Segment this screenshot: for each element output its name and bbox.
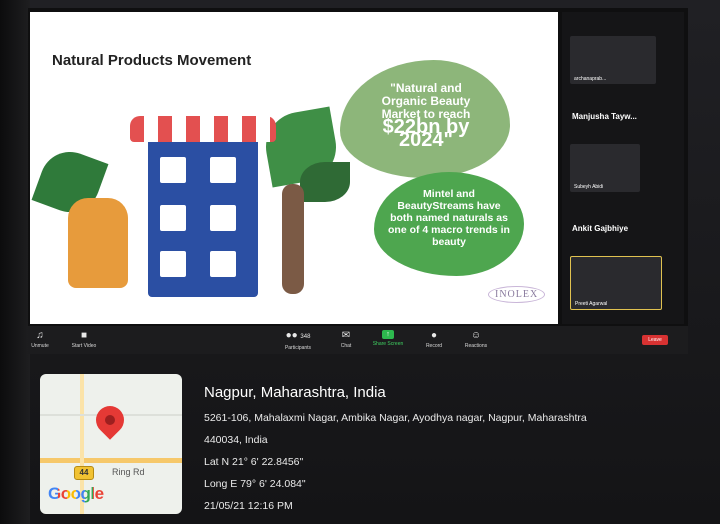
trend-callout: Mintel and BeautyStreams have both named… — [374, 172, 524, 276]
google-logo-text: Google — [48, 484, 104, 503]
box-icon — [160, 205, 186, 231]
geotag-overlay: 44 Ring Rd Google Nagpur, Maharashtra, I… — [28, 358, 688, 518]
bottle-icon — [160, 251, 186, 277]
reactions-button[interactable]: ☺ Reactions — [456, 330, 496, 349]
callout-figure: $22bn by 2024" — [382, 116, 470, 151]
record-label: Record — [425, 343, 443, 349]
zoom-screen: Natural Products Movement "Natural and O… — [28, 8, 688, 354]
address-line: 440034, India — [204, 434, 268, 446]
route-shield: 44 — [74, 466, 94, 480]
chat-label: Chat — [340, 343, 352, 349]
start-video-label: Start Video — [71, 343, 97, 349]
share-screen-icon: ↑ — [382, 330, 394, 339]
shared-slide: Natural Products Movement "Natural and O… — [30, 12, 558, 324]
map-road — [40, 458, 182, 463]
participant-caption: archanaprab... — [574, 76, 607, 82]
participants-button[interactable]: ●● 348 Participants — [278, 330, 318, 351]
people-icon: ●● 348 — [285, 330, 311, 341]
inolex-logo: INOLEX — [488, 286, 546, 303]
participants-count: 348 — [300, 334, 311, 340]
shop-illustration — [148, 127, 258, 297]
map-thumbnail: 44 Ring Rd Google — [40, 374, 182, 514]
leave-button[interactable]: Leave — [642, 335, 668, 345]
laptop-bezel — [0, 0, 30, 524]
participant-caption: Subeyh Abidi — [574, 184, 604, 190]
latitude: Lat N 21° 6' 22.8456" — [204, 456, 304, 468]
participants-panel: archanaprab... Manjusha Tayw... Subeyh A… — [562, 12, 684, 324]
participant-tile[interactable]: Preeti Agarwal — [570, 256, 662, 310]
start-video-button[interactable]: ■ Start Video — [64, 330, 104, 349]
shop-awning — [130, 116, 276, 142]
bag-icon — [160, 157, 186, 183]
bottle-icon — [210, 251, 236, 277]
participants-label: Participants — [284, 345, 312, 351]
share-screen-button[interactable]: ↑ Share Screen — [368, 330, 408, 347]
slide-title: Natural Products Movement — [52, 52, 252, 69]
participant-tile[interactable]: archanaprab... — [570, 36, 656, 84]
chat-button[interactable]: ✉ Chat — [326, 330, 366, 349]
unmute-button[interactable]: ♫ Unmute — [20, 330, 60, 349]
chat-icon: ✉ — [341, 330, 351, 341]
microphone-icon: ♫ — [36, 330, 44, 341]
dress-icon — [210, 205, 236, 231]
smiley-icon: ☺ — [470, 330, 482, 341]
participant-name: Ankit Gajbhiye — [572, 224, 629, 233]
location-pin-icon — [90, 400, 130, 440]
timestamp: 21/05/21 12:16 PM — [204, 500, 293, 512]
participant-caption: Preeti Agarwal — [575, 301, 608, 307]
plant-illustration — [300, 162, 350, 202]
record-button[interactable]: ● Record — [414, 330, 454, 349]
market-callout: "Natural and Organic Beauty Market to re… — [340, 60, 510, 178]
record-icon: ● — [430, 330, 438, 341]
unmute-label: Unmute — [31, 343, 49, 349]
map-road-label: Ring Rd — [112, 467, 145, 477]
place-title: Nagpur, Maharashtra, India — [204, 384, 386, 401]
zoom-toolbar: ♫ Unmute ■ Start Video ●● 348 Participants … — [28, 326, 688, 354]
reactions-label: Reactions — [464, 343, 488, 349]
google-logo: Google — [48, 484, 104, 504]
shoe-icon — [210, 157, 236, 183]
video-camera-icon: ■ — [80, 330, 88, 341]
participant-tile[interactable]: Subeyh Abidi — [570, 144, 640, 192]
longitude: Long E 79° 6' 24.084" — [204, 478, 306, 490]
trend-callout-text: Mintel and BeautyStreams have both named… — [388, 188, 510, 248]
share-screen-label: Share Screen — [372, 341, 404, 347]
person-illustration — [68, 198, 128, 288]
participant-name: Manjusha Tayw... — [572, 112, 637, 121]
address-line: 5261-106, Mahalaxmi Nagar, Ambika Nagar,… — [204, 412, 587, 424]
person-illustration — [282, 184, 304, 294]
